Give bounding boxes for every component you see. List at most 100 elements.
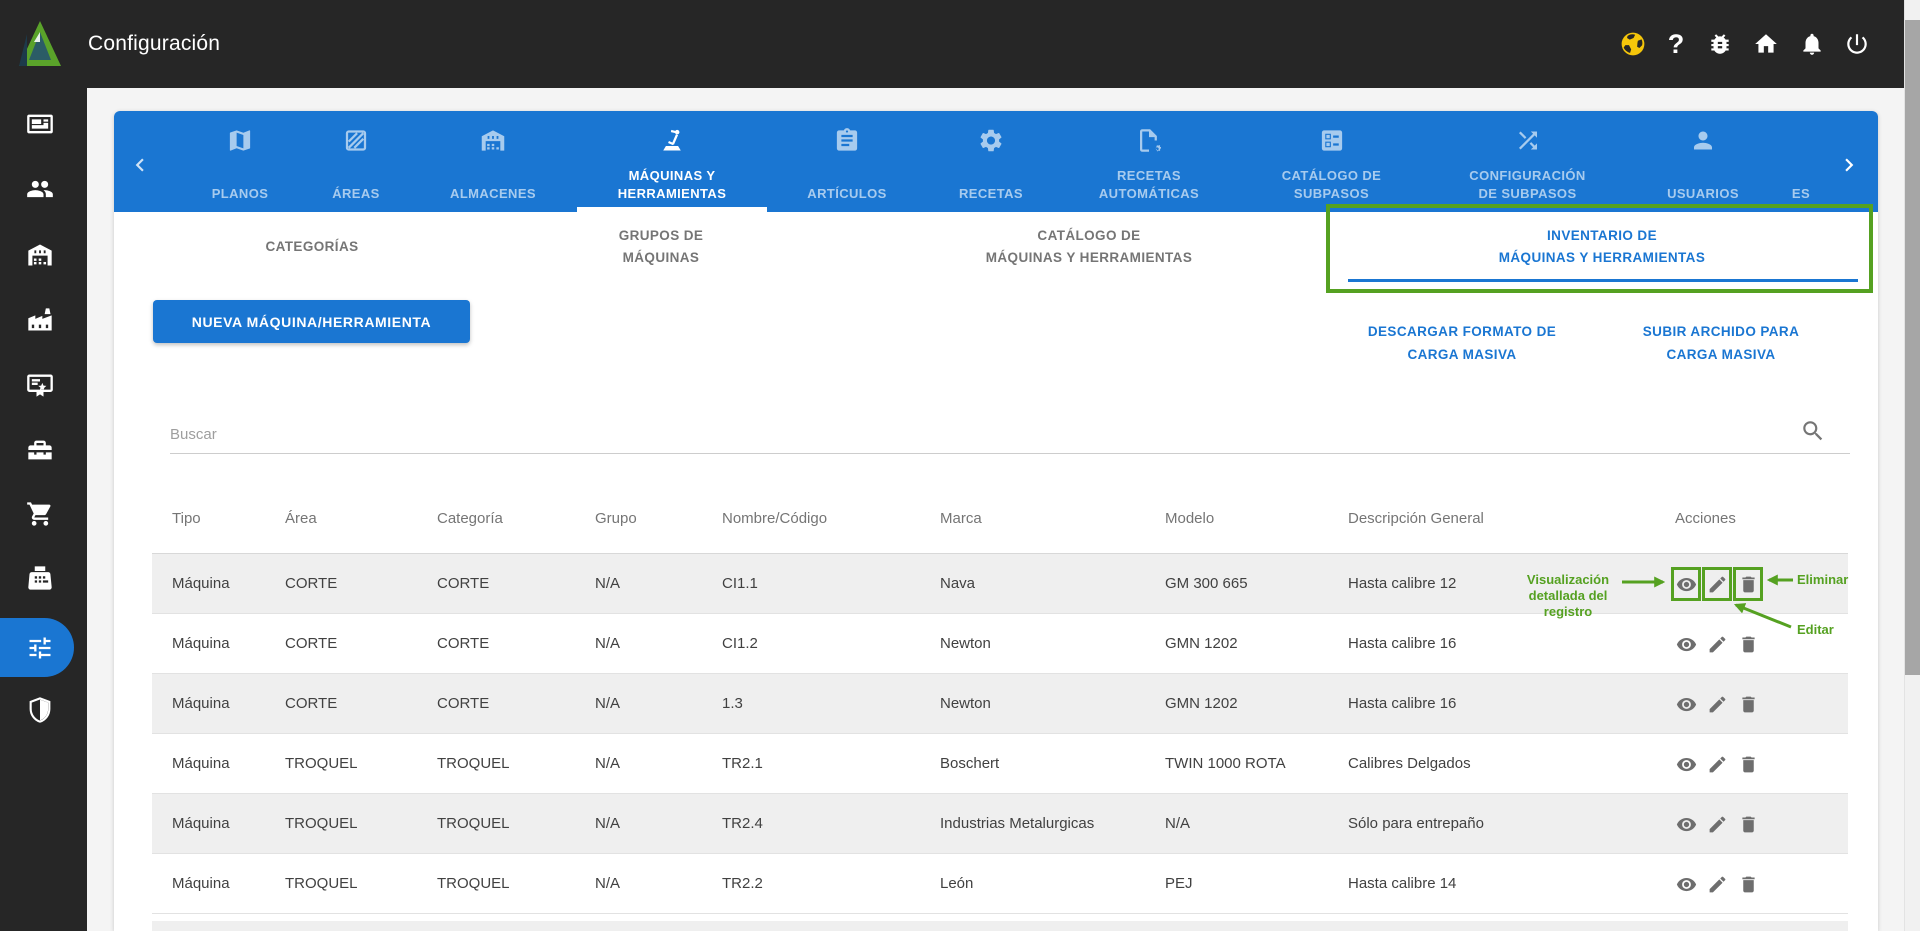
pencil-icon bbox=[1707, 694, 1728, 715]
eye-icon bbox=[1676, 634, 1697, 655]
view-details-button[interactable] bbox=[1671, 567, 1701, 601]
tab-usuarios[interactable]: USUARIOS bbox=[1643, 111, 1763, 212]
pencil-icon bbox=[1707, 814, 1728, 835]
tab-recetas-automaticas[interactable]: RECETASAUTOMÁTICAS bbox=[1064, 111, 1234, 212]
tabs-scroll-left-chevron-icon[interactable] bbox=[127, 152, 153, 178]
edit-button[interactable] bbox=[1702, 867, 1732, 901]
search-input[interactable] bbox=[170, 415, 1850, 454]
sidebar-item-news-panel-icon[interactable] bbox=[26, 110, 54, 138]
tab-areas[interactable]: ÁREAS bbox=[306, 111, 406, 212]
scrollbar-thumb[interactable] bbox=[1905, 20, 1920, 675]
tab-estaciones-partial[interactable]: ES bbox=[1770, 111, 1832, 212]
view-details-button[interactable] bbox=[1671, 687, 1701, 721]
col-header-grupo[interactable]: Grupo bbox=[595, 510, 637, 527]
col-header-acciones[interactable]: Acciones bbox=[1675, 510, 1736, 527]
tab-almacenes[interactable]: ALMACENES bbox=[418, 111, 568, 212]
table-row[interactable]: Máquina TROQUEL TROQUEL N/A TR2.1 Bosche… bbox=[152, 734, 1848, 794]
delete-button[interactable] bbox=[1733, 867, 1763, 901]
delete-button[interactable] bbox=[1733, 807, 1763, 841]
col-header-nombre[interactable]: Nombre/Código bbox=[722, 510, 827, 527]
tab-planos[interactable]: PLANOS bbox=[185, 111, 295, 212]
col-header-area[interactable]: Área bbox=[285, 510, 317, 527]
trash-icon bbox=[1738, 814, 1759, 835]
help-icon[interactable]: ? bbox=[1663, 31, 1689, 57]
table-row[interactable]: Máquina TROQUEL TROQUEL N/A TR2.2 León P… bbox=[152, 854, 1848, 914]
subtab-categorias[interactable]: CATEGORÍAS bbox=[265, 236, 358, 258]
eye-icon bbox=[1676, 754, 1697, 775]
view-details-button[interactable] bbox=[1671, 627, 1701, 661]
annotation-edit-label: Editar bbox=[1797, 622, 1834, 638]
upload-bulk-file-link[interactable]: SUBIR ARCHIDO PARA CARGA MASIVA bbox=[1643, 320, 1799, 366]
view-details-button[interactable] bbox=[1671, 867, 1701, 901]
view-details-button[interactable] bbox=[1671, 807, 1701, 841]
view-details-button[interactable] bbox=[1671, 747, 1701, 781]
delete-button[interactable] bbox=[1733, 687, 1763, 721]
bug-icon[interactable] bbox=[1707, 31, 1733, 57]
trash-icon bbox=[1738, 874, 1759, 895]
edit-button[interactable] bbox=[1702, 807, 1732, 841]
sidebar-item-purchases-cart-icon[interactable] bbox=[26, 500, 54, 528]
edit-button[interactable] bbox=[1702, 567, 1732, 601]
trash-icon bbox=[1738, 694, 1759, 715]
sidebar-item-clients-icon[interactable] bbox=[26, 175, 54, 203]
col-header-marca[interactable]: Marca bbox=[940, 510, 982, 527]
robot-arm-icon bbox=[659, 127, 686, 154]
file-gear-icon bbox=[1136, 127, 1163, 154]
tab-configuracion-subpasos[interactable]: CONFIGURACIÓNDE SUBPASOS bbox=[1425, 111, 1630, 212]
search-icon[interactable] bbox=[1800, 418, 1826, 444]
trash-icon bbox=[1738, 634, 1759, 655]
clipboard-icon bbox=[834, 127, 861, 154]
col-header-modelo[interactable]: Modelo bbox=[1165, 510, 1214, 527]
annotation-highlight-box-subtab bbox=[1326, 204, 1873, 293]
sidebar-nav bbox=[0, 88, 87, 931]
hatched-area-icon bbox=[343, 127, 370, 154]
home-icon[interactable] bbox=[1753, 31, 1779, 57]
sidebar-item-security-shield-icon[interactable] bbox=[26, 696, 54, 724]
tabs-scroll-right-chevron-icon[interactable] bbox=[1836, 152, 1862, 178]
sidebar-item-warehouse-icon[interactable] bbox=[26, 241, 54, 269]
gear-icon bbox=[978, 127, 1005, 154]
table-row[interactable]: Máquina CORTE CORTE N/A CI1.2 Newton GMN… bbox=[152, 614, 1848, 674]
sidebar-item-factory-icon[interactable] bbox=[26, 306, 54, 334]
delete-button[interactable] bbox=[1733, 627, 1763, 661]
col-header-categoria[interactable]: Categoría bbox=[437, 510, 503, 527]
sidebar-item-certificates-icon[interactable] bbox=[26, 371, 54, 399]
download-bulk-format-link[interactable]: DESCARGAR FORMATO DE CARGA MASIVA bbox=[1368, 320, 1556, 366]
annotation-view-detail-label: Visualización detallada del registro bbox=[1503, 572, 1633, 620]
annotation-delete-label: Eliminar bbox=[1797, 572, 1848, 588]
trash-icon bbox=[1738, 574, 1759, 595]
page-title: Configuración bbox=[88, 0, 220, 88]
delete-button[interactable] bbox=[1733, 747, 1763, 781]
map-icon bbox=[227, 127, 254, 154]
tab-articulos[interactable]: ARTÍCULOS bbox=[782, 111, 912, 212]
tab-recetas[interactable]: RECETAS bbox=[931, 111, 1051, 212]
vertical-scrollbar[interactable] bbox=[1904, 0, 1920, 931]
eye-icon bbox=[1676, 874, 1697, 895]
power-icon[interactable] bbox=[1844, 31, 1870, 57]
tune-icon bbox=[26, 634, 54, 662]
notifications-icon[interactable] bbox=[1799, 31, 1825, 57]
globe-icon[interactable] bbox=[1620, 31, 1646, 57]
table-row[interactable]: Máquina CORTE CORTE N/A 1.3 Newton GMN 1… bbox=[152, 674, 1848, 734]
eye-icon bbox=[1676, 574, 1697, 595]
sidebar-item-configuration[interactable] bbox=[0, 618, 74, 677]
edit-button[interactable] bbox=[1702, 627, 1732, 661]
delete-button[interactable] bbox=[1733, 567, 1763, 601]
subtab-catalogo-maquinas-herramientas[interactable]: CATÁLOGO DEMÁQUINAS Y HERRAMIENTAS bbox=[986, 225, 1192, 269]
sidebar-item-toolbox-icon[interactable] bbox=[26, 436, 54, 464]
col-header-descripcion[interactable]: Descripción General bbox=[1348, 510, 1484, 527]
edit-button[interactable] bbox=[1702, 687, 1732, 721]
trash-icon bbox=[1738, 754, 1759, 775]
table-row[interactable]: Máquina TROQUEL TROQUEL N/A TR2.4 Indust… bbox=[152, 794, 1848, 854]
edit-button[interactable] bbox=[1702, 747, 1732, 781]
pencil-icon bbox=[1707, 634, 1728, 655]
pencil-icon bbox=[1707, 874, 1728, 895]
sidebar-item-cash-register-icon[interactable] bbox=[26, 564, 54, 592]
tab-catalogo-subpasos[interactable]: CATÁLOGO DESUBPASOS bbox=[1244, 111, 1419, 212]
configuration-screen: Configuración ? bbox=[0, 0, 1920, 931]
col-header-tipo[interactable]: Tipo bbox=[172, 510, 201, 527]
subtab-grupos-de-maquinas[interactable]: GRUPOS DEMÁQUINAS bbox=[619, 225, 704, 269]
new-machine-tool-button[interactable]: NUEVA MÁQUINA/HERRAMIENTA bbox=[153, 300, 470, 343]
tab-maquinas-herramientas[interactable]: MÁQUINAS YHERRAMIENTAS bbox=[577, 111, 767, 212]
eye-icon bbox=[1676, 814, 1697, 835]
